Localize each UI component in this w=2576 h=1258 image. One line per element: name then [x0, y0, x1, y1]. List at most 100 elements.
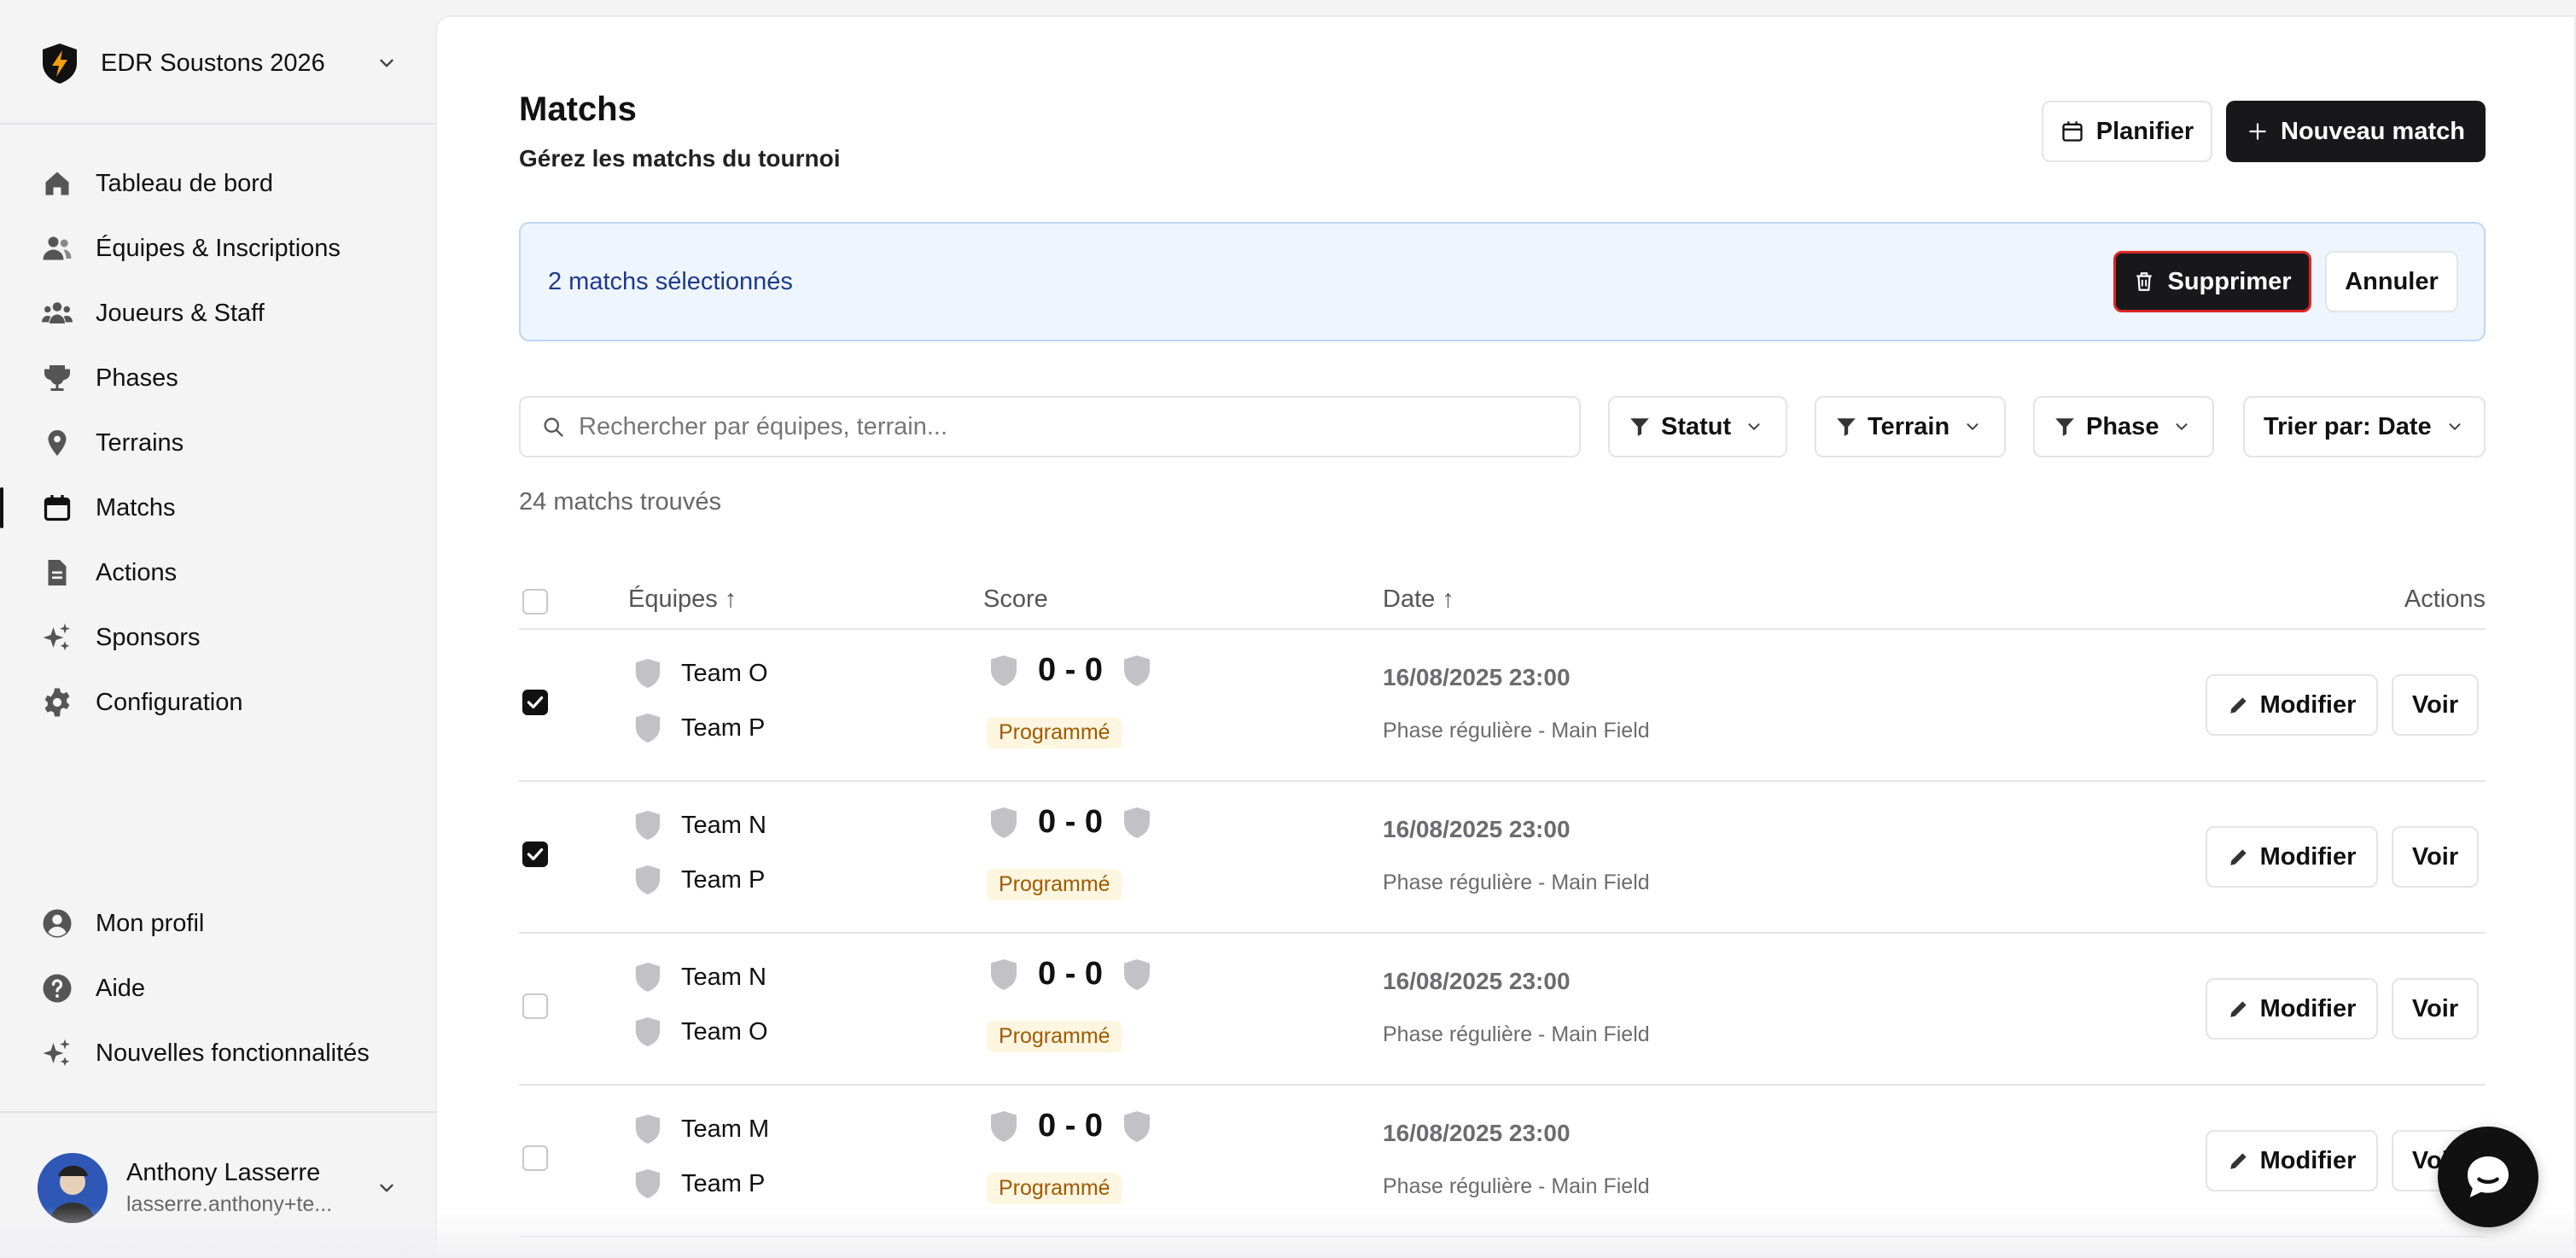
sidebar-item-matches[interactable]: Matchs	[0, 475, 435, 540]
sidebar-item-sponsors[interactable]: Sponsors	[0, 605, 435, 670]
team-home: Team M	[633, 1113, 769, 1145]
filter-icon	[2055, 418, 2074, 436]
bottom-fade	[0, 1207, 2576, 1258]
view-button[interactable]: Voir	[2392, 674, 2479, 736]
new-match-button-label: Nouveau match	[2281, 117, 2465, 145]
sidebar-item-profile[interactable]: Mon profil	[0, 891, 435, 956]
sidebar-item-label: Nouvelles fonctionnalités	[96, 1039, 370, 1067]
sparkles-icon	[41, 621, 73, 654]
map-pin-icon	[41, 427, 73, 459]
team-away: Team O	[633, 1016, 768, 1048]
sidebar-item-label: Mon profil	[96, 909, 205, 937]
score: 0 - 0	[988, 652, 1152, 689]
team-name: Team P	[681, 1169, 766, 1197]
cancel-button[interactable]: Annuler	[2325, 251, 2458, 312]
pencil-icon	[2229, 1153, 2247, 1169]
sidebar-item-label: Joueurs & Staff	[96, 299, 265, 327]
edit-button[interactable]: Modifier	[2206, 978, 2378, 1040]
sidebar-item-label: Aide	[96, 974, 146, 1002]
pencil-icon	[2229, 849, 2247, 865]
results-count: 24 matchs trouvés	[519, 488, 721, 515]
sparkles-icon	[41, 1037, 73, 1069]
sidebar-item-fields[interactable]: Terrains	[0, 411, 435, 475]
sort-select-label: Trier par: Date	[2264, 412, 2432, 440]
sidebar-item-label: Équipes & Inscriptions	[96, 234, 341, 262]
page-subtitle: Gérez les matchs du tournoi	[519, 145, 841, 172]
divider	[0, 1111, 435, 1113]
users-icon	[41, 232, 73, 265]
chat-launcher-button[interactable]	[2438, 1127, 2538, 1227]
user-circle-icon	[41, 907, 73, 940]
team-shield-icon	[635, 865, 661, 894]
column-actions: Actions	[2404, 585, 2486, 613]
trophy-icon	[41, 362, 73, 394]
org-switcher[interactable]: EDR Soustons 2026	[38, 38, 398, 89]
sidebar-item-label: Sponsors	[96, 623, 201, 651]
team-away: Team P	[633, 864, 765, 896]
gear-icon	[41, 686, 73, 719]
match-date: 16/08/2025 23:00	[1383, 968, 1571, 994]
sidebar-item-help[interactable]: Aide	[0, 956, 435, 1021]
phase-filter[interactable]: Phase	[2033, 396, 2214, 457]
delete-button[interactable]: Supprimer	[2113, 251, 2311, 312]
match-phase: Phase régulière - Main Field	[1383, 1174, 1650, 1198]
score-value: 0 - 0	[1038, 652, 1104, 688]
sidebar-item-players[interactable]: Joueurs & Staff	[0, 281, 435, 346]
team-shield-icon	[635, 1169, 661, 1198]
score-value: 0 - 0	[1038, 956, 1104, 992]
selection-banner: 2 matchs sélectionnés Supprimer Annuler	[519, 222, 2486, 341]
sidebar-item-configuration[interactable]: Configuration	[0, 670, 435, 735]
team-away: Team P	[633, 712, 765, 744]
select-all-checkbox[interactable]	[522, 589, 548, 614]
delete-button-label: Supprimer	[2167, 267, 2292, 295]
edit-button[interactable]: Modifier	[2206, 674, 2378, 736]
team-shield-icon	[991, 807, 1017, 838]
team-home: Team O	[633, 657, 768, 690]
edit-button[interactable]: Modifier	[2206, 826, 2378, 888]
check-icon	[527, 847, 544, 861]
row-checkbox[interactable]	[522, 993, 548, 1019]
document-icon	[41, 556, 73, 589]
home-icon	[41, 167, 73, 200]
user-name: Anthony Lasserre	[126, 1159, 321, 1186]
match-date: 16/08/2025 23:00	[1383, 664, 1571, 690]
page-title: Matchs	[519, 90, 637, 128]
field-filter-label: Terrain	[1868, 412, 1950, 440]
search-input-wrapper[interactable]	[519, 396, 1581, 457]
team-away: Team P	[633, 1168, 765, 1200]
score: 0 - 0	[988, 1108, 1152, 1144]
view-button-label: Voir	[2411, 994, 2459, 1022]
plan-button[interactable]: Planifier	[2042, 101, 2212, 162]
edit-button[interactable]: Modifier	[2206, 1130, 2378, 1191]
view-button[interactable]: Voir	[2392, 978, 2479, 1040]
pencil-icon	[2229, 1001, 2247, 1017]
column-date[interactable]: Date ↑	[1383, 585, 1454, 614]
new-match-button[interactable]: Nouveau match	[2226, 101, 2486, 162]
search-input[interactable]	[579, 412, 1579, 441]
calendar-icon	[2062, 121, 2083, 142]
match-phase: Phase régulière - Main Field	[1383, 871, 1650, 894]
team-shield-icon	[1124, 807, 1151, 838]
sidebar-item-teams[interactable]: Équipes & Inscriptions	[0, 216, 435, 281]
column-teams[interactable]: Équipes ↑	[628, 585, 737, 614]
row-checkbox[interactable]	[522, 842, 548, 867]
edit-button-label: Modifier	[2259, 994, 2357, 1022]
sidebar-item-new-features[interactable]: Nouvelles fonctionnalités	[0, 1021, 435, 1086]
table-row: Team O Team P 0 - 0 Programmé 16/08/2025…	[519, 630, 2486, 782]
team-shield-icon	[635, 811, 661, 840]
shield-bolt-icon	[43, 44, 77, 84]
cancel-button-label: Annuler	[2345, 267, 2439, 295]
sidebar: EDR Soustons 2026 Tableau de bord Équipe…	[0, 0, 435, 1258]
sidebar-item-phases[interactable]: Phases	[0, 346, 435, 411]
row-checkbox[interactable]	[522, 690, 548, 715]
field-filter[interactable]: Terrain	[1815, 396, 2006, 457]
sort-select[interactable]: Trier par: Date	[2243, 396, 2486, 457]
table-header: Équipes ↑ Score Date ↑ Actions	[519, 568, 2486, 630]
team-shield-icon	[991, 958, 1017, 990]
sidebar-item-dashboard[interactable]: Tableau de bord	[0, 151, 435, 216]
team-shield-icon	[1124, 1110, 1151, 1142]
row-checkbox[interactable]	[522, 1145, 548, 1171]
view-button[interactable]: Voir	[2392, 826, 2479, 888]
status-filter[interactable]: Statut	[1608, 396, 1787, 457]
sidebar-item-actions[interactable]: Actions	[0, 540, 435, 605]
